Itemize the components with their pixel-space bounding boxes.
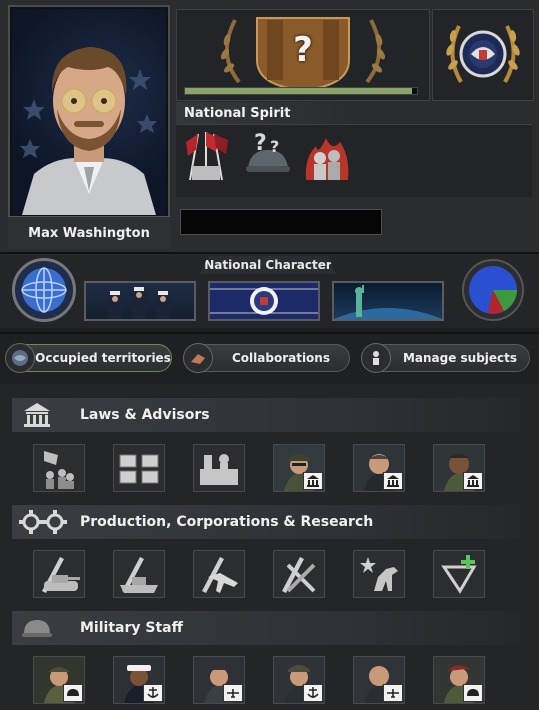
tab-collaborations-label: Collaborations (231, 351, 330, 365)
staff-slot-air-officer[interactable] (353, 656, 405, 704)
staff-slot-navy-officer[interactable] (273, 656, 325, 704)
government-building-icon (20, 401, 54, 429)
staff-slot-army-chief[interactable] (33, 656, 85, 704)
collaborations-icon (183, 343, 213, 373)
unknown-party-icon: ? (293, 30, 313, 70)
helmet-badge-icon (63, 684, 83, 702)
party-popularity-bar (184, 87, 418, 95)
tab-occupied-territories-label: Occupied territories (35, 351, 171, 365)
advisor-slot-general[interactable] (273, 444, 325, 492)
national-character-header: National Character (200, 256, 336, 274)
anchor-badge-icon (143, 684, 163, 702)
anchor-badge-icon (303, 684, 323, 702)
divider (0, 252, 539, 254)
military-staff-title: Military Staff (80, 620, 183, 636)
star-horse-icon (360, 557, 398, 591)
research-slot-weapons[interactable] (273, 550, 325, 598)
helmet-icon (20, 614, 54, 642)
aircraft-research-icon (202, 557, 238, 593)
building-badge-icon (383, 472, 403, 490)
factory-workers-law-icon (200, 454, 238, 485)
leader-portrait[interactable] (12, 9, 166, 215)
helmet-badge-icon (463, 684, 483, 702)
plane-badge-icon (223, 684, 243, 702)
flags-spirit-icon[interactable] (180, 128, 232, 186)
divider (0, 332, 539, 334)
ideology-pie-chart[interactable] (458, 258, 528, 322)
military-staff-header[interactable]: Military Staff (12, 611, 520, 645)
law-slot-factory-workers[interactable] (193, 444, 245, 492)
staff-slot-army-officer[interactable] (433, 656, 485, 704)
tab-manage-subjects[interactable]: Manage subjects (361, 343, 530, 373)
globe-icon[interactable] (12, 258, 76, 322)
law-slot-crates[interactable] (113, 444, 165, 492)
helmet-question-spirit-icon[interactable]: ? ? (242, 128, 294, 186)
research-slot-doctrine[interactable] (353, 550, 405, 598)
production-research-title: Production, Corporations & Research (80, 514, 374, 530)
research-slot-naval[interactable] (113, 550, 165, 598)
burning-soldiers-spirit-icon[interactable] (302, 128, 354, 186)
gears-icon (14, 508, 72, 536)
national-spirit-header: National Spirit (176, 102, 356, 124)
building-badge-icon (463, 472, 483, 490)
government-seal-panel[interactable] (432, 9, 534, 101)
svg-text:?: ? (270, 137, 279, 156)
staff-slot-navy-chief[interactable] (113, 656, 165, 704)
weapons-research-icon (282, 557, 316, 593)
party-popularity-fill (185, 88, 413, 94)
us-presidential-seal-icon (446, 25, 520, 84)
naval-officers-card[interactable] (84, 281, 196, 321)
statue-of-liberty-card[interactable] (332, 281, 444, 321)
tank-research-icon (42, 557, 80, 593)
add-research-icon (441, 555, 477, 594)
tab-occupied-territories[interactable]: Occupied territories (5, 343, 172, 373)
law-slot-flags-crowd[interactable] (33, 444, 85, 492)
ideology-name-box (180, 209, 382, 235)
laws-advisors-header[interactable]: Laws & Advisors (12, 398, 520, 432)
advisor-slot-politician[interactable] (353, 444, 405, 492)
research-slot-add[interactable] (433, 550, 485, 598)
occupied-territories-icon (5, 343, 35, 373)
tab-manage-subjects-label: Manage subjects (402, 351, 518, 365)
advisor-slot-soldier[interactable] (433, 444, 485, 492)
building-badge-icon (303, 472, 323, 490)
naval-research-icon (120, 557, 158, 593)
tab-collaborations[interactable]: Collaborations (183, 343, 350, 373)
presidential-seal-card[interactable] (208, 281, 320, 321)
svg-text:?: ? (254, 131, 267, 156)
laws-advisors-title: Laws & Advisors (80, 407, 210, 423)
leader-name: Max Washington (8, 216, 170, 249)
research-slot-tank[interactable] (33, 550, 85, 598)
manage-subjects-icon (361, 343, 391, 373)
research-slot-aircraft[interactable] (193, 550, 245, 598)
flags-crowd-law-icon (44, 451, 74, 489)
production-research-header[interactable]: Production, Corporations & Research (12, 505, 520, 539)
crates-law-icon (119, 454, 159, 484)
staff-slot-air-chief[interactable] (193, 656, 245, 704)
plane-badge-icon (383, 684, 403, 702)
